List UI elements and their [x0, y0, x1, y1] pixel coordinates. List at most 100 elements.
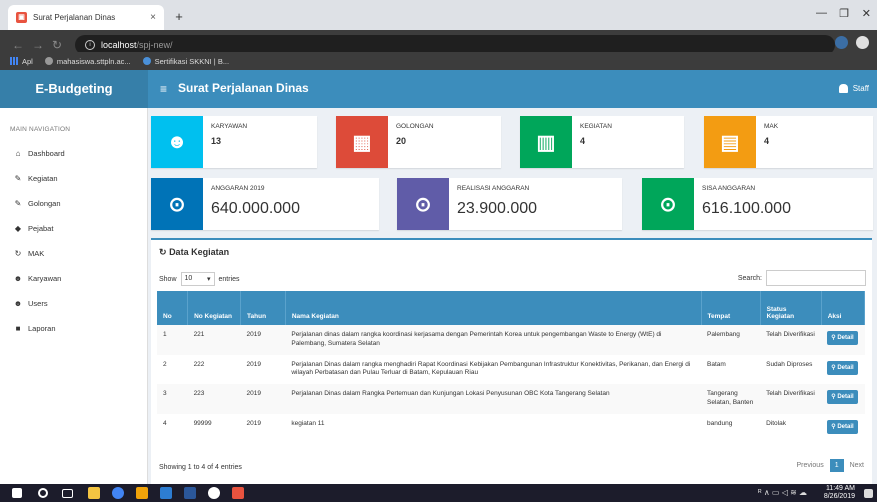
sidebar-item-pejabat[interactable]: ◆ Pejabat — [0, 216, 147, 241]
sidebar-item-kegiatan[interactable]: ✎ Kegiatan — [0, 166, 147, 191]
menu-toggle-icon[interactable]: ≡ — [160, 82, 167, 96]
sidebar: MAIN NAVIGATION ⌂ Dashboard ✎ Kegiatan ✎ Go… — [0, 108, 148, 484]
col-status[interactable]: Status Kegiatan — [760, 291, 822, 325]
edit-icon: ✎ — [14, 199, 22, 208]
clock[interactable]: 11:49 AM 8/26/2019 — [824, 485, 855, 501]
browser-tabbar: ▣ Surat Perjalanan Dinas × + — ❐ ✕ — [0, 0, 877, 30]
folder-icon: ■ — [15, 324, 21, 333]
browser-tab[interactable]: ▣ Surat Perjalanan Dinas × — [8, 5, 164, 30]
sidebar-item-mak[interactable]: ↻ MAK — [0, 241, 147, 266]
forward-icon[interactable]: → — [32, 38, 44, 52]
apps-grid-icon — [10, 57, 18, 65]
page-button[interactable]: 1 — [829, 459, 844, 472]
detail-button[interactable]: ⚲ Detail — [827, 390, 858, 405]
table-row: 2 222 2019 Perjalanan Dinas dalam rangka… — [157, 355, 865, 385]
bookmarks-bar: Apl mahasiswa.sttpln.ac... Sertifikasi S… — [0, 52, 877, 70]
system-tray[interactable]: ᴿ ∧ ▭ ◁ ≋ ☁ — [758, 488, 807, 497]
tab-title: Surat Perjalanan Dinas — [33, 13, 116, 22]
file-explorer-icon[interactable] — [88, 487, 100, 499]
previous-button[interactable]: Previous — [796, 462, 823, 469]
sidebar-heading: MAIN NAVIGATION — [10, 126, 71, 133]
detail-button[interactable]: ⚲ Detail — [827, 419, 858, 434]
search-icon[interactable] — [38, 488, 48, 498]
users-icon: ☻ — [13, 274, 23, 283]
col-no[interactable]: No — [157, 291, 189, 325]
search-input[interactable] — [766, 270, 866, 286]
app-icon[interactable] — [208, 487, 220, 499]
shield-icon: ◆ — [14, 224, 22, 233]
kegiatan-table: No No Kegiatan Tahun Nama Kegiatan Tempa… — [157, 291, 866, 440]
table-row: 4 99999 2019 kegiatan 11 bandung Ditolak… — [157, 414, 865, 440]
next-button[interactable]: Next — [850, 462, 864, 469]
app-icon[interactable] — [232, 487, 244, 499]
entries-select[interactable]: 10 ▾ — [180, 272, 215, 286]
favicon-icon: ▣ — [16, 12, 27, 23]
col-no-kegiatan[interactable]: No Kegiatan — [187, 291, 242, 325]
money-icon: ⊙ — [151, 178, 203, 230]
stat-anggaran: ⊙ ANGGARAN 2019 640.000.000 — [151, 178, 379, 230]
app-header: E-Budgeting ≡ Surat Perjalanan Dinas Sta… — [0, 70, 877, 108]
back-icon[interactable]: ← — [12, 38, 24, 52]
extension-icon[interactable] — [835, 36, 848, 49]
notifications-icon[interactable] — [864, 489, 873, 498]
main-content: ☻ KARYAWAN 13 ▦ GOLONGAN 20 ▥ KEGIATAN 4… — [148, 108, 877, 484]
maximize-icon[interactable]: ❐ — [839, 7, 849, 20]
app-icon[interactable] — [136, 487, 148, 499]
users-icon: ☻ — [13, 299, 23, 308]
panel-title: ↻ Data Kegiatan — [159, 247, 230, 257]
grid-icon: ▦ — [336, 116, 388, 168]
col-tempat[interactable]: Tempat — [701, 291, 761, 325]
chrome-icon[interactable] — [112, 487, 124, 499]
user-menu[interactable]: Staff — [838, 84, 869, 93]
stat-karyawan: ☻ KARYAWAN 13 — [151, 116, 317, 168]
brand-logo[interactable]: E-Budgeting — [0, 70, 148, 108]
money-icon: ⊙ — [397, 178, 449, 230]
detail-button[interactable]: ⚲ Detail — [827, 360, 858, 375]
data-kegiatan-panel: ↻ Data Kegiatan Show 10 ▾ entries Search… — [151, 238, 872, 484]
reload-icon[interactable]: ↻ — [52, 38, 62, 52]
bookmark-apps[interactable]: Apl — [10, 57, 33, 66]
sidebar-item-dashboard[interactable]: ⌂ Dashboard — [0, 141, 147, 166]
url-path: /spj-new/ — [136, 40, 173, 50]
bookmark-mahasiswa[interactable]: mahasiswa.sttpln.ac... — [44, 57, 131, 66]
col-nama-kegiatan[interactable]: Nama Kegiatan — [285, 291, 702, 325]
detail-button[interactable]: ⚲ Detail — [827, 331, 858, 346]
site-icon — [142, 57, 151, 65]
url-host: localhost — [101, 40, 137, 50]
refresh-icon: ↻ — [159, 247, 167, 257]
table-info: Showing 1 to 4 of 4 entries — [159, 464, 242, 471]
sidebar-item-karyawan[interactable]: ☻ Karyawan — [0, 266, 147, 291]
sidebar-item-users[interactable]: ☻ Users — [0, 291, 147, 316]
new-tab-button[interactable]: + — [170, 8, 188, 26]
search-icon: ⚲ — [831, 394, 836, 401]
app-icon[interactable] — [160, 487, 172, 499]
building-icon: ▥ — [520, 116, 572, 168]
profile-icon[interactable] — [856, 36, 869, 49]
sidebar-item-laporan[interactable]: ■ Laporan — [0, 316, 147, 341]
col-tahun[interactable]: Tahun — [240, 291, 286, 325]
task-view-icon[interactable] — [62, 489, 73, 498]
document-icon: ▤ — [704, 116, 756, 168]
info-icon[interactable]: i — [85, 40, 95, 50]
user-icon — [838, 84, 848, 93]
stat-golongan: ▦ GOLONGAN 20 — [336, 116, 501, 168]
windows-start-icon[interactable] — [12, 488, 22, 498]
pagination: Previous 1 Next — [796, 459, 864, 472]
word-icon[interactable] — [184, 487, 196, 499]
page-title: Surat Perjalanan Dinas — [178, 81, 309, 95]
close-window-icon[interactable]: ✕ — [862, 7, 871, 20]
stat-realisasi: ⊙ REALISASI ANGGARAN 23.900.000 — [397, 178, 622, 230]
users-icon: ☻ — [151, 116, 203, 168]
search-icon: ⚲ — [831, 364, 836, 371]
table-row: 1 221 2019 Perjalanan dinas dalam rangka… — [157, 325, 865, 355]
stat-mak: ▤ MAK 4 — [704, 116, 873, 168]
sidebar-item-golongan[interactable]: ✎ Golongan — [0, 191, 147, 216]
bookmark-sertifikasi[interactable]: Sertifikasi SKKNI | B... — [142, 57, 229, 66]
table-row: 3 223 2019 Perjalanan Dinas dalam Rangka… — [157, 384, 865, 414]
col-aksi[interactable]: Aksi — [821, 291, 866, 325]
home-icon: ⌂ — [15, 149, 21, 158]
length-control: Show 10 ▾ entries — [159, 272, 240, 286]
close-tab-icon[interactable]: × — [150, 12, 156, 23]
minimize-icon[interactable]: — — [816, 7, 827, 19]
edit-icon: ✎ — [14, 174, 22, 183]
